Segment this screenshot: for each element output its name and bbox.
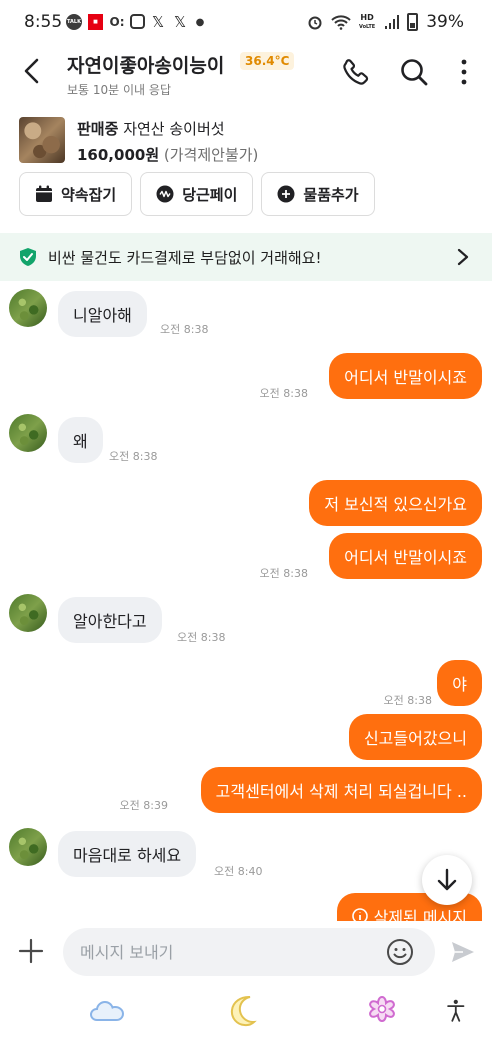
sender-avatar[interactable] — [9, 594, 47, 632]
message-time: 오전 8:38 — [259, 567, 308, 580]
message-time: 오전 8:38 — [383, 694, 432, 707]
more-vertical-icon[interactable] — [452, 56, 476, 88]
send-icon[interactable] — [450, 939, 476, 965]
chat-header: 자연이좋아송이능이 36.4°C 보통 10분 이내 응답 — [0, 44, 492, 106]
network-type: HD VoLTE — [358, 12, 376, 30]
product-title-line: 판매중 자연산 송이버섯 — [77, 118, 225, 139]
banner-text: 비싼 물건도 카드결제로 부담없이 거래해요! — [48, 249, 322, 267]
message-time: 오전 8:38 — [177, 631, 226, 644]
battery-icon — [407, 13, 419, 31]
chat-messages[interactable]: 니알아해 오전 8:38 오전 8:38 어디서 반말이시죠 왜 오전 8:38… — [0, 281, 492, 921]
message-time: 오전 8:38 — [259, 387, 308, 400]
alarm-icon — [308, 16, 322, 30]
sender-avatar[interactable] — [9, 289, 47, 327]
card-payment-banner[interactable]: 비싼 물건도 카드결제로 부담없이 거래해요! — [0, 233, 492, 281]
message-time: 오전 8:38 — [109, 450, 158, 463]
message-bubble-outgoing[interactable]: 고객센터에서 삭제 처리 되실겁니다 .. — [200, 767, 482, 813]
instagram-icon — [130, 14, 145, 29]
calendar-icon — [36, 185, 52, 202]
carrot-pay-button-label: 당근페이 — [182, 185, 238, 204]
flower-icon[interactable] — [362, 993, 402, 1029]
message-bubble-outgoing[interactable]: 어디서 반말이시죠 — [329, 533, 482, 579]
cloud-icon[interactable] — [88, 993, 128, 1029]
schedule-button[interactable]: 약속잡기 — [19, 172, 133, 216]
chevron-right-icon — [457, 248, 469, 266]
system-navigation-bar — [0, 983, 492, 1040]
x-app-icon: 𝕏 — [151, 13, 165, 31]
shield-check-icon — [20, 248, 36, 266]
product-thumbnail[interactable] — [19, 117, 65, 163]
app-o-icon: O: — [109, 15, 125, 29]
message-input[interactable] — [63, 928, 435, 976]
more-notifications-dot-icon: ● — [195, 16, 205, 28]
kakaotalk-icon: TALK — [66, 14, 82, 30]
pay-icon — [156, 185, 174, 203]
status-time: 8:55 — [24, 12, 63, 32]
message-composer — [0, 921, 492, 983]
action-buttons: 약속잡기 당근페이 물품추가 — [19, 172, 375, 216]
product-status: 판매중 — [77, 120, 119, 138]
sender-avatar[interactable] — [9, 828, 47, 866]
product-title: 자연산 송이버섯 — [123, 120, 225, 138]
carrot-pay-button[interactable]: 당근페이 — [140, 172, 254, 216]
message-bubble-incoming[interactable]: 마음대로 하세요 — [58, 831, 197, 877]
scroll-to-bottom-button[interactable] — [422, 855, 472, 905]
manner-temperature-badge[interactable]: 36.4°C — [240, 52, 295, 70]
battery-level: 39% — [426, 12, 464, 32]
wifi-icon — [331, 15, 351, 30]
accessibility-icon[interactable] — [446, 993, 474, 1029]
status-bar: 8:55 TALK ■ O: 𝕏 𝕏 ● HD VoLTE 39% — [0, 0, 492, 44]
back-arrow-icon[interactable] — [18, 56, 48, 86]
schedule-button-label: 약속잡기 — [61, 185, 117, 204]
product-summary[interactable]: 판매중 자연산 송이버섯 160,000원 (가격제안불가) — [0, 112, 492, 170]
product-price: 160,000원 — [77, 146, 160, 164]
add-item-button-label: 물품추가 — [303, 185, 359, 204]
message-bubble-outgoing[interactable]: 어디서 반말이시죠 — [329, 353, 482, 399]
message-bubble-incoming[interactable]: 왜 — [58, 417, 103, 463]
search-icon[interactable] — [398, 56, 430, 88]
message-bubble-outgoing[interactable]: 야 — [437, 660, 482, 706]
sender-avatar[interactable] — [9, 414, 47, 452]
chat-partner-name: 자연이좋아송이능이 — [67, 55, 225, 77]
message-bubble-outgoing[interactable]: 신고들어갔으니 — [348, 714, 482, 760]
signal-icon — [385, 15, 400, 29]
plus-circle-icon — [277, 185, 295, 203]
arrow-down-icon — [437, 868, 457, 891]
status-right: HD VoLTE 39% — [307, 12, 464, 32]
add-item-button[interactable]: 물품추가 — [261, 172, 375, 216]
response-time: 보통 10분 이내 응답 — [67, 83, 171, 97]
message-bubble-incoming[interactable]: 알아한다고 — [58, 597, 162, 643]
attach-plus-icon[interactable] — [18, 938, 44, 964]
message-bubble-incoming[interactable]: 니알아해 — [58, 291, 147, 337]
info-circle-icon — [351, 908, 368, 921]
message-time: 오전 8:39 — [119, 799, 168, 812]
price-negotiation-note: (가격제안불가) — [163, 146, 259, 164]
product-price-line: 160,000원 (가격제안불가) — [77, 144, 258, 165]
deleted-message-text: 삭제된 메시지 — [373, 908, 467, 921]
app-notification-icon: ■ — [88, 14, 103, 30]
message-bubble-outgoing[interactable]: 저 보신적 있으신가요 — [309, 480, 482, 526]
moon-icon[interactable] — [226, 993, 266, 1029]
phone-icon[interactable] — [340, 56, 372, 88]
x-app-icon-2: 𝕏 — [173, 13, 187, 31]
message-time: 오전 8:38 — [160, 323, 209, 336]
message-time: 오전 8:40 — [214, 865, 263, 878]
emoji-icon[interactable] — [386, 938, 414, 966]
